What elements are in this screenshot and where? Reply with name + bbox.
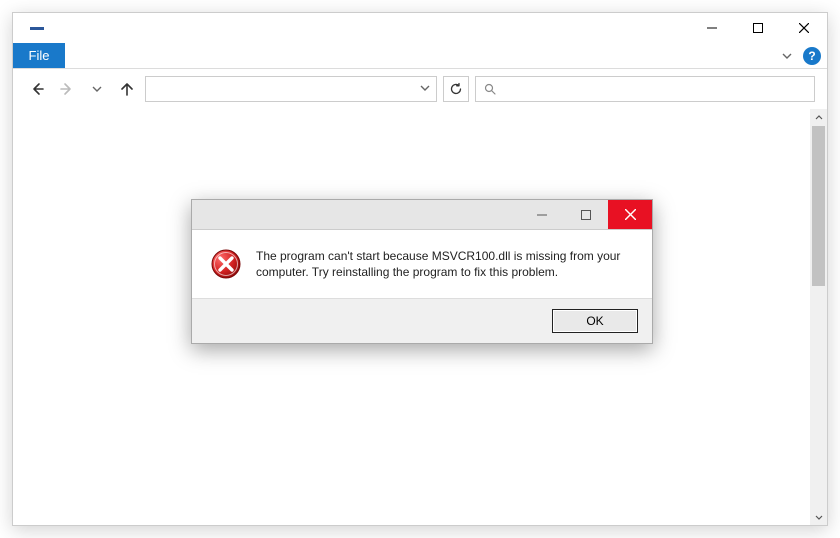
minimize-icon xyxy=(707,23,717,33)
chevron-down-icon xyxy=(815,513,823,521)
close-icon xyxy=(799,23,809,33)
window-titlebar xyxy=(13,13,827,43)
recent-locations-button[interactable] xyxy=(85,77,109,101)
address-bar[interactable] xyxy=(145,76,437,102)
minimize-button[interactable] xyxy=(689,13,735,43)
close-button[interactable] xyxy=(781,13,827,43)
maximize-button[interactable] xyxy=(735,13,781,43)
dialog-titlebar xyxy=(192,200,652,230)
refresh-button[interactable] xyxy=(443,76,469,102)
address-dropdown-button[interactable] xyxy=(420,82,430,96)
refresh-icon xyxy=(449,82,463,96)
file-tab[interactable]: File xyxy=(13,43,65,68)
up-button[interactable] xyxy=(115,77,139,101)
arrow-right-icon xyxy=(59,81,75,97)
close-icon xyxy=(625,209,636,220)
scroll-down-button[interactable] xyxy=(810,508,827,525)
maximize-icon xyxy=(753,23,763,33)
chevron-down-icon xyxy=(420,83,430,93)
content-area: The program can't start because MSVCR100… xyxy=(13,109,827,525)
qat-line-icon xyxy=(30,27,44,30)
arrow-left-icon xyxy=(29,81,45,97)
dialog-maximize-button[interactable] xyxy=(564,200,608,229)
ok-button[interactable]: OK xyxy=(552,309,638,333)
forward-button[interactable] xyxy=(55,77,79,101)
scrollbar-thumb[interactable] xyxy=(812,126,825,286)
error-dialog: The program can't start because MSVCR100… xyxy=(191,199,653,344)
search-input[interactable] xyxy=(475,76,815,102)
arrow-up-icon xyxy=(119,81,135,97)
search-icon xyxy=(484,83,496,95)
error-icon xyxy=(210,248,242,280)
scroll-up-button[interactable] xyxy=(810,109,827,126)
ribbon-tabs: File ? xyxy=(13,43,827,69)
chevron-down-icon xyxy=(92,84,102,94)
help-button[interactable]: ? xyxy=(803,47,821,65)
dialog-minimize-button[interactable] xyxy=(520,200,564,229)
chevron-down-icon xyxy=(782,51,792,61)
vertical-scrollbar[interactable] xyxy=(810,109,827,525)
back-button[interactable] xyxy=(25,77,49,101)
dialog-close-button[interactable] xyxy=(608,200,652,229)
dialog-footer: OK xyxy=(192,298,652,343)
explorer-window: File ? xyxy=(12,12,828,526)
chevron-up-icon xyxy=(815,114,823,122)
minimize-icon xyxy=(537,210,547,220)
dialog-message: The program can't start because MSVCR100… xyxy=(256,248,630,280)
maximize-icon xyxy=(581,210,591,220)
quick-access-toolbar-button[interactable] xyxy=(19,17,55,39)
ribbon-collapse-button[interactable] xyxy=(777,46,797,66)
navigation-bar xyxy=(13,69,827,109)
